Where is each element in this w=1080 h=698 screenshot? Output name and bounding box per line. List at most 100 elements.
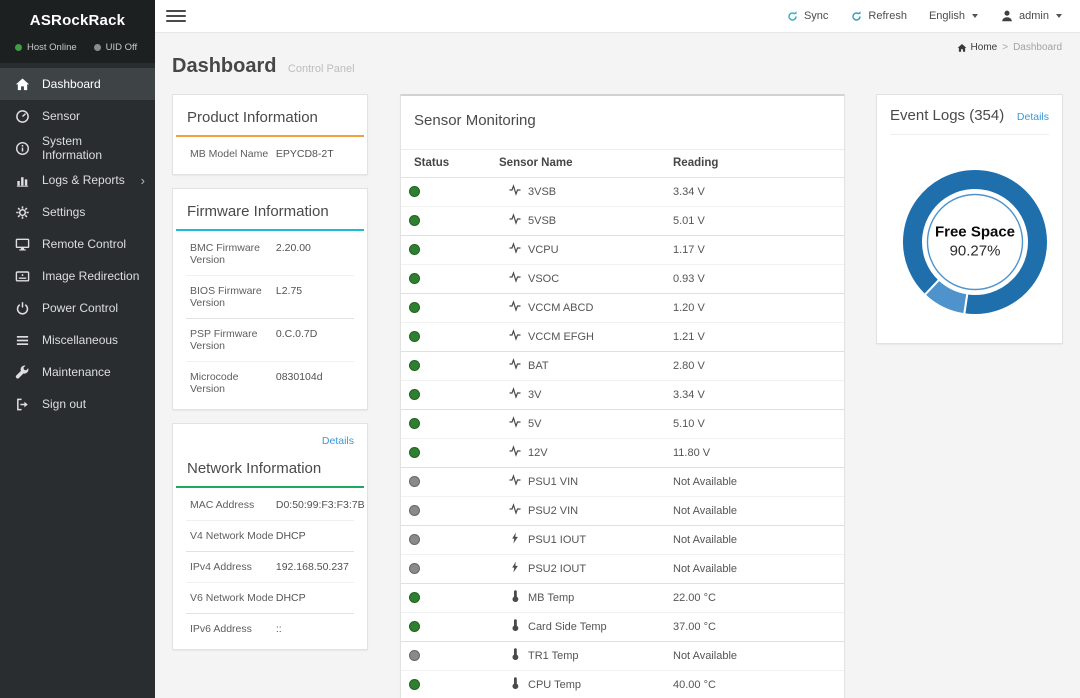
thermometer-icon: [509, 677, 521, 692]
sensor-reading: Not Available: [673, 563, 737, 575]
column-header-sensor-name: Sensor Name: [499, 150, 673, 178]
sensor-name: 5VSB: [528, 215, 556, 227]
sensor-row[interactable]: 12V11.80 V: [401, 439, 844, 468]
sensor-row[interactable]: TR1 TempNot Available: [401, 642, 844, 671]
sensor-row[interactable]: 3V3.34 V: [401, 381, 844, 410]
user-menu[interactable]: admin: [1000, 9, 1062, 23]
sensor-row[interactable]: MB Temp22.00 °C: [401, 584, 844, 613]
network-details-link[interactable]: Details: [322, 435, 354, 447]
status-dot-na: [409, 476, 420, 487]
sensor-row[interactable]: 3VSB3.34 V: [401, 178, 844, 207]
menu-toggle-icon[interactable]: [166, 7, 186, 25]
info-row-value: DHCP: [276, 530, 306, 542]
sensor-row[interactable]: VCPU1.17 V: [401, 236, 844, 265]
sensor-row[interactable]: Card Side Temp37.00 °C: [401, 613, 844, 642]
sensor-status-cell: [401, 584, 499, 613]
content: Home > Dashboard Dashboard Control Panel…: [155, 33, 1080, 698]
sensor-name: 3VSB: [528, 186, 556, 198]
sensor-row[interactable]: VCCM ABCD1.20 V: [401, 294, 844, 323]
sensor-row[interactable]: VSOC0.93 V: [401, 265, 844, 294]
sensor-status-cell: [401, 323, 499, 352]
sensor-row[interactable]: 5V5.10 V: [401, 410, 844, 439]
sync-icon: [786, 10, 799, 23]
waveform-icon: [509, 416, 521, 431]
refresh-icon: [850, 10, 863, 23]
sensor-row[interactable]: BAT2.80 V: [401, 352, 844, 381]
status-dot-na: [409, 650, 420, 661]
sensor-row[interactable]: PSU2 VIN Not Available: [401, 497, 844, 526]
sensor-name-cell: PSU1 IOUT: [499, 526, 673, 555]
info-row: V4 Network ModeDHCP: [186, 521, 354, 552]
uid-off-dot-icon: [94, 44, 101, 51]
sidebar-item-sensor[interactable]: Sensor: [0, 100, 155, 132]
language-dropdown[interactable]: English: [929, 10, 978, 22]
refresh-button[interactable]: Refresh: [850, 10, 907, 23]
sensor-reading-cell: Not Available: [673, 555, 844, 584]
info-row-value: EPYCD8-2T: [276, 148, 334, 160]
network-info-rows: MAC AddressD0:50:99:F3:F3:7BV4 Network M…: [186, 488, 354, 644]
bolt-icon: [509, 532, 521, 547]
info-row-label: MB Model Name: [190, 148, 276, 160]
donut-center-text: Free Space 90.27%: [890, 223, 1060, 259]
sidebar-item-label: Miscellaneous: [42, 333, 118, 347]
host-status: Host Online: [15, 42, 77, 53]
sidebar-item-system-information[interactable]: System Information: [0, 132, 155, 164]
sidebar-item-settings[interactable]: Settings: [0, 196, 155, 228]
sidebar-item-dashboard[interactable]: Dashboard: [0, 68, 155, 100]
event-logs-card: Event Logs (354) Details Free Space: [876, 94, 1063, 344]
sidebar-item-sign-out[interactable]: Sign out: [0, 388, 155, 420]
sidebar-item-miscellaneous[interactable]: Miscellaneous: [0, 324, 155, 356]
sidebar-header: ASRockRack Host Online UID Off: [0, 0, 155, 63]
sensor-reading-cell: 37.00 °C: [673, 613, 844, 642]
uid-status-label: UID Off: [106, 42, 138, 53]
thermometer-icon: [509, 590, 521, 605]
card-title: Firmware Information: [187, 203, 354, 220]
host-status-strip: Host Online UID Off: [0, 34, 155, 63]
sensor-name-cell: PSU2 VIN: [499, 497, 673, 526]
chevron-down-icon: [1056, 14, 1062, 18]
breadcrumb-home[interactable]: Home: [957, 42, 998, 53]
status-dot-na: [409, 563, 420, 574]
status-dot-ok: [409, 447, 420, 458]
sidebar-item-remote-control[interactable]: Remote Control: [0, 228, 155, 260]
sensor-row[interactable]: PSU2 IOUTNot Available: [401, 555, 844, 584]
sensor-name: PSU2 VIN: [528, 505, 578, 517]
sensor-reading: 2.80 V: [673, 360, 705, 372]
info-row: Microcode Version0830104d: [186, 362, 354, 404]
sensor-reading: 22.00 °C: [673, 592, 716, 604]
network-information-card: Details Network Information MAC AddressD…: [172, 423, 368, 650]
sidebar-item-power-control[interactable]: Power Control: [0, 292, 155, 324]
sensor-reading: 1.20 V: [673, 302, 705, 314]
sensor-name-cell: PSU1 VIN: [499, 468, 673, 497]
sensor-row[interactable]: PSU1 IOUTNot Available: [401, 526, 844, 555]
refresh-label: Refresh: [868, 10, 907, 22]
sensor-row[interactable]: PSU1 VINNot Available: [401, 468, 844, 497]
sensor-row[interactable]: VCCM EFGH1.21 V: [401, 323, 844, 352]
sidebar-item-maintenance[interactable]: Maintenance: [0, 356, 155, 388]
bar-chart-icon: [15, 173, 30, 188]
waveform-icon: [509, 213, 521, 228]
sensor-name-cell: BAT: [499, 352, 673, 381]
info-row-label: Microcode Version: [190, 371, 276, 395]
sync-button[interactable]: Sync: [786, 10, 828, 23]
event-logs-details-link[interactable]: Details: [1017, 111, 1049, 123]
sensor-row[interactable]: CPU Temp40.00 °C: [401, 671, 844, 698]
sidebar-item-image-redirection[interactable]: Image Redirection: [0, 260, 155, 292]
sensor-reading-cell: 3.34 V: [673, 381, 844, 410]
sidebar-item-label: Sign out: [42, 397, 86, 411]
sensor-reading-cell: Not Available: [673, 497, 844, 526]
sensor-reading: Not Available: [673, 534, 737, 546]
sensor-name: CPU Temp: [528, 679, 581, 691]
sensor-reading-cell: Not Available: [673, 642, 844, 671]
sidebar-item-label: Power Control: [42, 301, 118, 315]
sensor-row[interactable]: 5VSB5.01 V: [401, 207, 844, 236]
home-icon: [15, 77, 30, 92]
event-logs-header: Event Logs (354) Details: [890, 107, 1049, 135]
sensor-name-cell: MB Temp: [499, 584, 673, 613]
sync-label: Sync: [804, 10, 828, 22]
bolt-icon: [509, 561, 521, 576]
waveform-icon: [509, 300, 521, 315]
info-row-value: 192.168.50.237: [276, 561, 349, 573]
info-row: BMC Firmware Version2.20.00: [186, 233, 354, 276]
sidebar-item-logs-reports[interactable]: Logs & Reports ›: [0, 164, 155, 196]
